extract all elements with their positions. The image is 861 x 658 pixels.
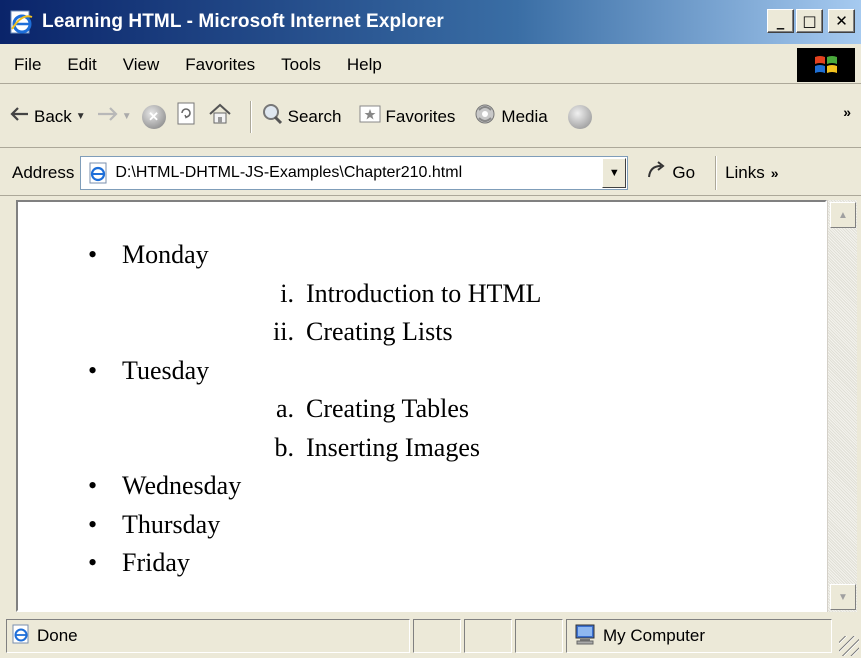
list-marker: ii. — [273, 317, 294, 346]
day-label: Monday — [122, 240, 209, 269]
media-label: Media — [501, 106, 548, 126]
menu-tools[interactable]: Tools — [268, 55, 334, 75]
links-button[interactable]: Links » — [725, 163, 778, 183]
status-panel — [413, 619, 461, 653]
home-icon — [208, 103, 232, 130]
links-separator — [715, 155, 718, 190]
ie-page-icon — [8, 9, 34, 35]
favorites-label: Favorites — [385, 106, 456, 126]
day-list: Monday i. Introduction to HTML ii. Creatin… — [18, 236, 825, 583]
forward-button[interactable]: ▼ — [96, 106, 132, 127]
resize-grip-icon[interactable] — [839, 636, 859, 656]
list-marker: i. — [280, 278, 294, 308]
status-bar: Done My Computer — [0, 614, 861, 658]
day-label: Thursday — [122, 509, 221, 539]
links-label: Links — [725, 162, 765, 182]
item-text: Inserting Images — [306, 432, 481, 462]
list-item: Thursday — [18, 506, 825, 545]
list-item: Friday — [18, 544, 825, 583]
menu-view[interactable]: View — [110, 55, 173, 75]
address-bar: Address D:\HTML-DHTML-JS-Examples\Chapte… — [0, 150, 861, 196]
status-main-panel: Done — [6, 619, 410, 653]
document-body: Monday i. Introduction to HTML ii. Creatin… — [18, 202, 825, 583]
status-text: Done — [37, 626, 78, 645]
search-label: Search — [287, 106, 342, 126]
back-label: Back — [34, 106, 72, 126]
address-input[interactable]: D:\HTML-DHTML-JS-Examples\Chapter210.htm… — [80, 155, 629, 190]
address-value: D:\HTML-DHTML-JS-Examples\Chapter210.htm… — [115, 163, 463, 181]
list-marker: b. — [274, 432, 295, 462]
vertical-scrollbar[interactable]: ▲ ▼ — [827, 200, 857, 612]
window-controls: _ □ ✕ — [767, 9, 855, 33]
menu-favorites[interactable]: Favorites — [172, 55, 268, 75]
forward-dropdown-icon[interactable]: ▼ — [122, 111, 132, 122]
history-icon — [567, 104, 592, 129]
list-item: Monday i. Introduction to HTML ii. Creatin… — [18, 236, 825, 352]
address-label: Address — [12, 162, 75, 182]
standard-toolbar: Back ▼ ▼ ✕ Search Favorites Media » — [0, 86, 861, 148]
list-marker: a. — [275, 394, 294, 423]
back-dropdown-icon[interactable]: ▼ — [76, 111, 86, 122]
menu-edit[interactable]: Edit — [54, 55, 109, 75]
computer-icon — [573, 623, 597, 650]
links-chevron-icon: » — [770, 164, 779, 181]
item-text: Introduction to HTML — [306, 278, 542, 308]
toolbar-overflow-chevron-icon[interactable]: » — [843, 104, 851, 120]
media-button[interactable]: Media — [473, 102, 548, 131]
sub-list: a. Creating Tables b. Inserting Images — [122, 390, 825, 467]
scroll-down-button[interactable]: ▼ — [830, 584, 856, 610]
page-icon — [87, 162, 109, 184]
toolbar-separator — [249, 100, 252, 133]
zone-label: My Computer — [603, 626, 706, 645]
minimize-button[interactable]: _ — [767, 9, 794, 33]
history-button[interactable] — [567, 104, 592, 129]
favorites-button[interactable]: Favorites — [359, 104, 455, 129]
list-item: b. Inserting Images — [122, 429, 825, 468]
title-bar[interactable]: Learning HTML - Microsoft Internet Explo… — [0, 0, 861, 44]
day-label: Tuesday — [122, 355, 210, 385]
list-item: Wednesday — [18, 467, 825, 506]
document-view: Monday i. Introduction to HTML ii. Creatin… — [16, 200, 827, 612]
stop-button[interactable]: ✕ — [141, 104, 166, 129]
sub-list: i. Introduction to HTML ii. Creating Lists — [122, 275, 825, 352]
forward-arrow-icon — [96, 106, 118, 127]
favorites-star-icon — [359, 104, 381, 129]
day-label: Friday — [122, 548, 190, 577]
menu-bar: File Edit View Favorites Tools Help — [0, 46, 861, 84]
go-arrow-icon — [646, 160, 668, 185]
window-title: Learning HTML - Microsoft Internet Explo… — [42, 11, 444, 32]
list-item: a. Creating Tables — [122, 390, 825, 429]
address-dropdown-button[interactable]: ▼ — [602, 157, 627, 188]
search-icon — [260, 102, 284, 131]
media-icon — [473, 102, 497, 131]
back-arrow-icon — [10, 106, 30, 127]
refresh-button[interactable] — [176, 102, 198, 131]
list-item: ii. Creating Lists — [122, 313, 825, 352]
day-label: Wednesday — [122, 471, 242, 500]
stop-icon: ✕ — [141, 104, 166, 129]
browser-window: Learning HTML - Microsoft Internet Explo… — [0, 0, 861, 658]
back-button[interactable]: Back ▼ — [10, 106, 86, 127]
status-panel — [464, 619, 512, 653]
menu-file[interactable]: File — [0, 55, 54, 75]
security-zone-panel: My Computer — [566, 619, 832, 653]
home-button[interactable] — [208, 103, 232, 130]
refresh-icon — [176, 102, 198, 131]
list-item: i. Introduction to HTML — [122, 275, 825, 314]
close-button[interactable]: ✕ — [828, 9, 855, 33]
scroll-up-button[interactable]: ▲ — [830, 202, 856, 228]
item-text: Creating Tables — [306, 394, 470, 423]
go-label: Go — [672, 162, 696, 182]
search-button[interactable]: Search — [260, 102, 342, 131]
windows-flag-icon — [797, 48, 855, 82]
menu-help[interactable]: Help — [334, 55, 395, 75]
go-button[interactable]: Go — [646, 160, 695, 185]
maximize-button[interactable]: □ — [796, 9, 823, 33]
ie-status-icon — [11, 624, 31, 649]
list-item: Tuesday a. Creating Tables b. Inserting Im… — [18, 352, 825, 468]
item-text: Creating Lists — [306, 317, 453, 346]
status-panel — [515, 619, 563, 653]
